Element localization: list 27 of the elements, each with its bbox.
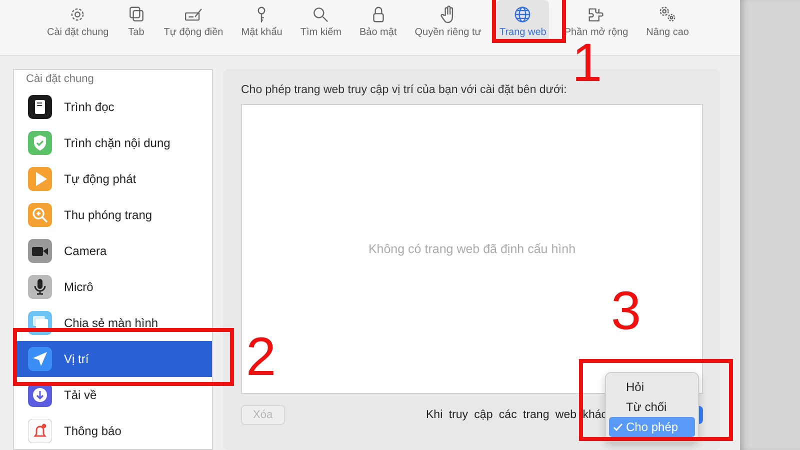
- toolbar-tab[interactable]: Tab: [124, 0, 149, 43]
- description-text: Cho phép trang web truy cập vị trí của bạn với cài đặt bên dưới:: [241, 84, 568, 96]
- sidebar-item[interactable]: Chia sẻ màn hình: [14, 305, 212, 341]
- empty-message: Không có trang web đã định cấu hình: [368, 242, 576, 256]
- sidebar-item[interactable]: Micrô: [14, 269, 212, 305]
- sidebar-item[interactable]: Trình đọc: [14, 89, 212, 125]
- toolbar-tab[interactable]: Nâng cao: [643, 0, 692, 43]
- step-number: 1: [572, 36, 602, 90]
- sidebar-item[interactable]: Tải về: [14, 377, 212, 413]
- section-header: Cài đặt chung: [25, 72, 95, 87]
- step-number: 3: [611, 284, 642, 338]
- toolbar-tab[interactable]: Cài đặt chung: [44, 0, 112, 43]
- toolbar-tab[interactable]: Bảo mật: [356, 0, 400, 43]
- menu-item[interactable]: Từ chối: [609, 397, 695, 417]
- toolbar-tab[interactable]: Mật khẩu: [238, 0, 286, 43]
- menu-item[interactable]: Hỏi: [609, 377, 695, 397]
- menu-item[interactable]: Cho phép: [609, 417, 695, 437]
- toolbar-tab[interactable]: Tìm kiếm: [297, 0, 344, 43]
- toolbar-tab[interactable]: Quyền riêng tư: [412, 0, 484, 43]
- sidebar-item[interactable]: Thu phóng trang: [14, 197, 212, 233]
- sidebar-item[interactable]: Trình chặn nội dung: [14, 125, 212, 161]
- sidebar-item[interactable]: Thông báo: [14, 413, 212, 449]
- sidebar-item[interactable]: Vị trí: [14, 341, 212, 377]
- toolbar-tab[interactable]: Tự động điền: [160, 0, 226, 43]
- sidebar-item[interactable]: Camera: [14, 233, 212, 269]
- sidebar-item[interactable]: Tự động phát: [14, 161, 212, 197]
- step-number: 2: [246, 330, 276, 384]
